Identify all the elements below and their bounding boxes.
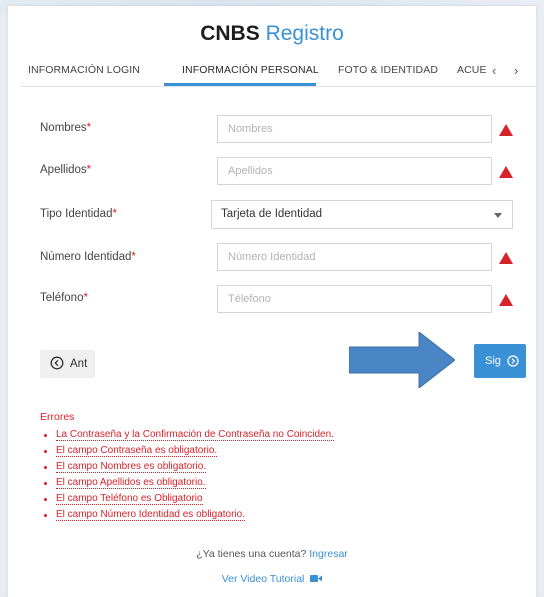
tab-acuerdos[interactable]: ACUE: [457, 64, 487, 76]
warning-triangle-icon: [499, 124, 513, 136]
login-question: ¿Ya tienes una cuenta?: [196, 548, 307, 560]
apellidos-label: Apellidos*: [40, 164, 92, 176]
login-link[interactable]: Ingresar: [309, 548, 348, 560]
back-button[interactable]: Ant: [40, 350, 95, 378]
error-item: La Contraseña y la Confirmación de Contr…: [40, 427, 334, 443]
numero-identidad-label: Número Identidad*: [40, 251, 136, 263]
title-text: Registro: [265, 22, 344, 45]
errors-list: La Contraseña y la Confirmación de Contr…: [40, 427, 334, 523]
tab-foto-identidad[interactable]: FOTO & IDENTIDAD: [338, 64, 438, 76]
video-tutorial-label: Ver Video Tutorial: [221, 573, 305, 585]
active-tab-indicator: [164, 83, 316, 86]
errors-title: Errores: [40, 411, 75, 423]
numero-identidad-input[interactable]: Número Identidad: [217, 243, 492, 271]
error-item: El campo Número Identidad es obligatorio…: [40, 507, 334, 523]
tipo-identidad-label: Tipo Identidad*: [40, 208, 117, 220]
warning-triangle-icon: [499, 252, 513, 264]
wizard-tabs: INFORMACIÓN LOGIN INFORMACIÓN PERSONAL F…: [20, 58, 536, 87]
page-title: CNBS Registro: [0, 22, 544, 46]
warning-triangle-icon: [499, 294, 513, 306]
back-button-label: Ant: [70, 358, 88, 370]
next-button[interactable]: Sig: [474, 344, 526, 378]
brand-name: CNBS: [200, 22, 260, 45]
error-item: El campo Nombres es obligatorio.: [40, 459, 334, 475]
tab-informacion-login[interactable]: INFORMACIÓN LOGIN: [28, 64, 140, 76]
tipo-identidad-select[interactable]: Tarjeta de Identidad: [211, 200, 513, 229]
video-camera-icon: [310, 575, 323, 582]
warning-triangle-icon: [499, 166, 513, 178]
nombres-label: Nombres*: [40, 122, 92, 134]
error-item: El campo Apellidos es obligatorio.: [40, 475, 334, 491]
error-item: El campo Teléfono es Obligatorio: [40, 491, 334, 507]
circle-chevron-left-icon: [50, 356, 64, 370]
tab-informacion-personal[interactable]: INFORMACIÓN PERSONAL: [182, 64, 319, 76]
tipo-identidad-value: Tarjeta de Identidad: [221, 208, 323, 220]
login-prompt: ¿Ya tienes una cuenta? Ingresar: [0, 548, 544, 560]
tab-next-button[interactable]: ›: [514, 63, 518, 78]
apellidos-input[interactable]: Apellidos: [217, 157, 492, 185]
nombres-input[interactable]: Nombres: [217, 115, 492, 143]
next-button-label: Sig: [485, 355, 501, 367]
numero-identidad-placeholder: Número Identidad: [228, 251, 316, 263]
tab-prev-button[interactable]: ‹: [492, 63, 496, 78]
telefono-input[interactable]: Télefono: [217, 285, 492, 313]
chevron-down-icon: [494, 213, 502, 218]
telefono-label: Teléfono*: [40, 292, 88, 304]
error-item: El campo Contraseña es obligatorio.: [40, 443, 334, 459]
apellidos-placeholder: Apellidos: [228, 165, 273, 177]
nombres-placeholder: Nombres: [228, 123, 273, 135]
pointer-arrow-icon: [349, 332, 455, 388]
circle-chevron-right-icon: [507, 355, 519, 367]
video-tutorial-link[interactable]: Ver Video Tutorial: [0, 573, 544, 585]
telefono-placeholder: Télefono: [228, 293, 271, 305]
